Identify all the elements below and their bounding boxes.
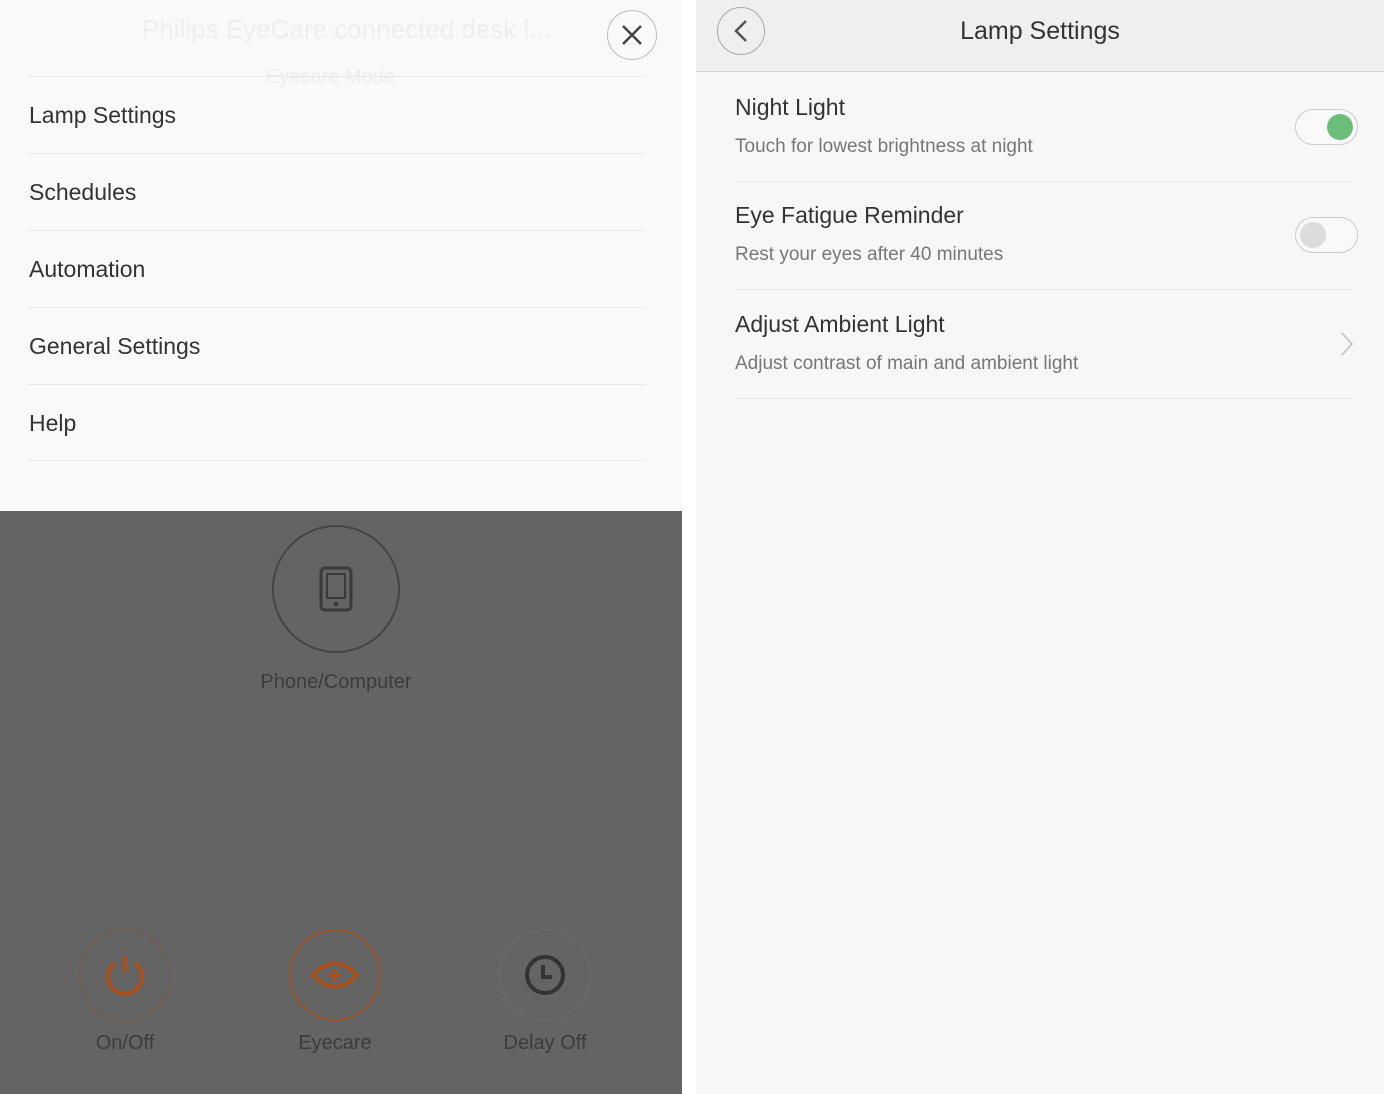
dimmed-overlay[interactable]: Phone/Computer On/Off Eyecare Delay Off (0, 511, 682, 1094)
setting-eye-fatigue-reminder[interactable]: Eye Fatigue Reminder Rest your eyes afte… (734, 182, 1358, 290)
close-icon (622, 25, 642, 45)
close-button[interactable] (607, 10, 657, 60)
divider (28, 460, 645, 461)
menu-item-general-settings[interactable]: General Settings (29, 333, 200, 360)
divider (28, 384, 645, 385)
setting-subtitle: Touch for lowest brightness at night (735, 136, 1033, 157)
on-off-label: On/Off (95, 1032, 155, 1054)
menu-item-lamp-settings[interactable]: Lamp Settings (29, 102, 176, 129)
lamp-settings-screen: Lamp Settings Night Light Touch for lowe… (696, 0, 1384, 1094)
setting-night-light[interactable]: Night Light Touch for lowest brightness … (734, 74, 1358, 182)
phone-computer-button (272, 525, 400, 653)
setting-title: Night Light (735, 94, 845, 120)
phone-computer-label: Phone/Computer (260, 671, 412, 693)
page-title: Lamp Settings (960, 17, 1120, 45)
menu-item-schedules[interactable]: Schedules (29, 179, 136, 206)
menu-item-help[interactable]: Help (29, 410, 76, 437)
divider (28, 76, 645, 77)
night-light-toggle[interactable] (1295, 109, 1358, 145)
menu-item-automation[interactable]: Automation (29, 256, 145, 283)
menu-drawer: Philips EyeCare connected desk l... Eyec… (0, 0, 682, 511)
divider (28, 230, 645, 231)
clock-icon (525, 955, 565, 995)
on-off-button (79, 929, 171, 1021)
divider (28, 307, 645, 308)
eyecare-button (289, 929, 381, 1021)
toggle-knob (1300, 222, 1326, 248)
setting-subtitle: Rest your eyes after 40 minutes (735, 244, 1004, 265)
side-menu-panel: Philips EyeCare connected desk l... Eyec… (0, 0, 682, 1094)
header: Lamp Settings (696, 0, 1384, 72)
power-icon (106, 956, 144, 996)
background-title: Philips EyeCare connected desk l... (142, 14, 551, 44)
delay-off-button (499, 929, 591, 1021)
phone-icon (319, 566, 353, 612)
setting-subtitle: Adjust contrast of main and ambient ligh… (735, 353, 1079, 374)
setting-title: Adjust Ambient Light (735, 311, 945, 337)
divider (28, 153, 645, 154)
eyecare-label: Eyecare (298, 1032, 372, 1054)
setting-title: Eye Fatigue Reminder (735, 202, 964, 228)
chevron-right-icon (1341, 332, 1354, 356)
toggle-knob (1327, 114, 1353, 140)
eye-fatigue-toggle[interactable] (1295, 217, 1358, 253)
eye-plus-icon (310, 961, 360, 989)
background-mode-label: Eyecare Mode (266, 66, 395, 88)
setting-adjust-ambient-light[interactable]: Adjust Ambient Light Adjust contrast of … (734, 291, 1354, 399)
delay-off-label: Delay Off (503, 1032, 587, 1054)
